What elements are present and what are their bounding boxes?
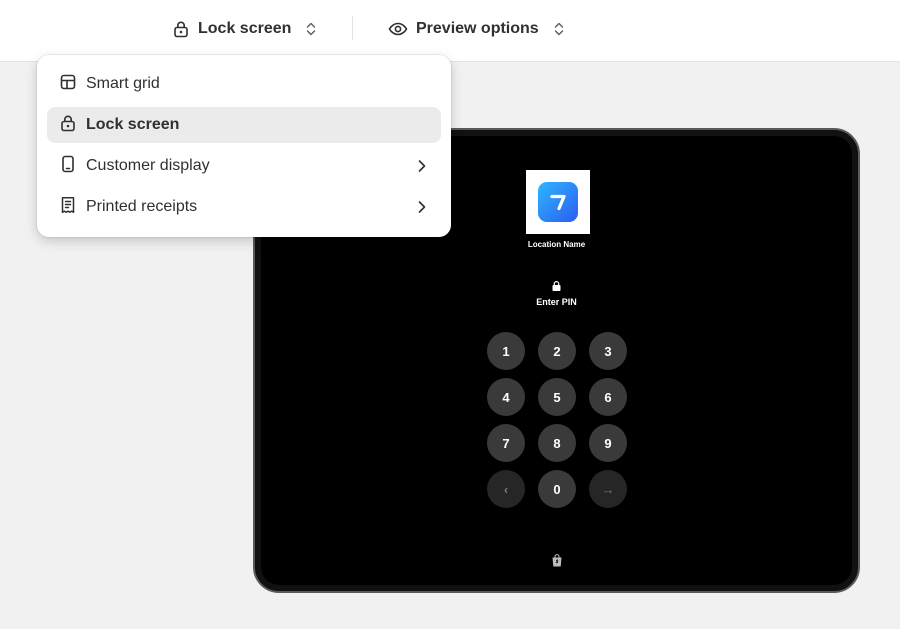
preview-options-label: Preview options [416,20,539,37]
keypad-key-2[interactable]: 2 [538,332,576,370]
view-selector-button[interactable]: Lock screen [172,14,317,44]
lock-icon [59,114,77,137]
pin-keypad: 1 2 3 4 5 6 7 8 9 ‹ 0 → [487,332,629,508]
keypad-key-8[interactable]: 8 [538,424,576,462]
app-logo-icon [538,182,578,222]
keypad-key-5[interactable]: 5 [538,378,576,416]
menu-item-label: Printed receipts [86,198,198,215]
view-selector-menu: Smart grid Lock screen Customer display … [37,55,451,237]
keypad-key-6[interactable]: 6 [589,378,627,416]
chevron-right-icon [417,158,427,179]
keypad-back-button[interactable]: ‹ [487,470,525,508]
menu-item-smart-grid[interactable]: Smart grid [47,66,441,102]
menu-item-label: Smart grid [86,75,160,92]
menu-item-printed-receipts[interactable]: Printed receipts [47,189,441,225]
keypad-key-7[interactable]: 7 [487,424,525,462]
grid-icon [59,73,77,96]
receipt-icon [59,196,77,219]
select-chevron-icon [305,20,317,38]
shopify-bag-icon [551,554,563,572]
select-chevron-icon [553,20,565,38]
view-selector-label: Lock screen [198,20,292,37]
eye-icon [388,20,408,38]
keypad-key-9[interactable]: 9 [589,424,627,462]
menu-item-lock-screen[interactable]: Lock screen [47,107,441,143]
menu-item-label: Lock screen [86,116,180,133]
keypad-submit-button[interactable]: → [589,470,627,508]
chevron-right-icon [417,199,427,220]
keypad-key-0[interactable]: 0 [538,470,576,508]
keypad-key-3[interactable]: 3 [589,332,627,370]
menu-item-label: Customer display [86,157,210,174]
store-logo [526,170,590,234]
tablet-icon [59,155,77,178]
lock-icon [172,20,190,38]
keypad-key-1[interactable]: 1 [487,332,525,370]
keypad-key-4[interactable]: 4 [487,378,525,416]
preview-options-button[interactable]: Preview options [388,14,565,44]
top-toolbar: Lock screen Preview options [0,0,900,62]
enter-pin-label: Enter PIN [536,297,577,307]
lock-icon [552,278,561,296]
location-name: Location Name [527,240,586,249]
menu-item-customer-display[interactable]: Customer display [47,148,441,184]
toolbar-divider [352,16,353,40]
